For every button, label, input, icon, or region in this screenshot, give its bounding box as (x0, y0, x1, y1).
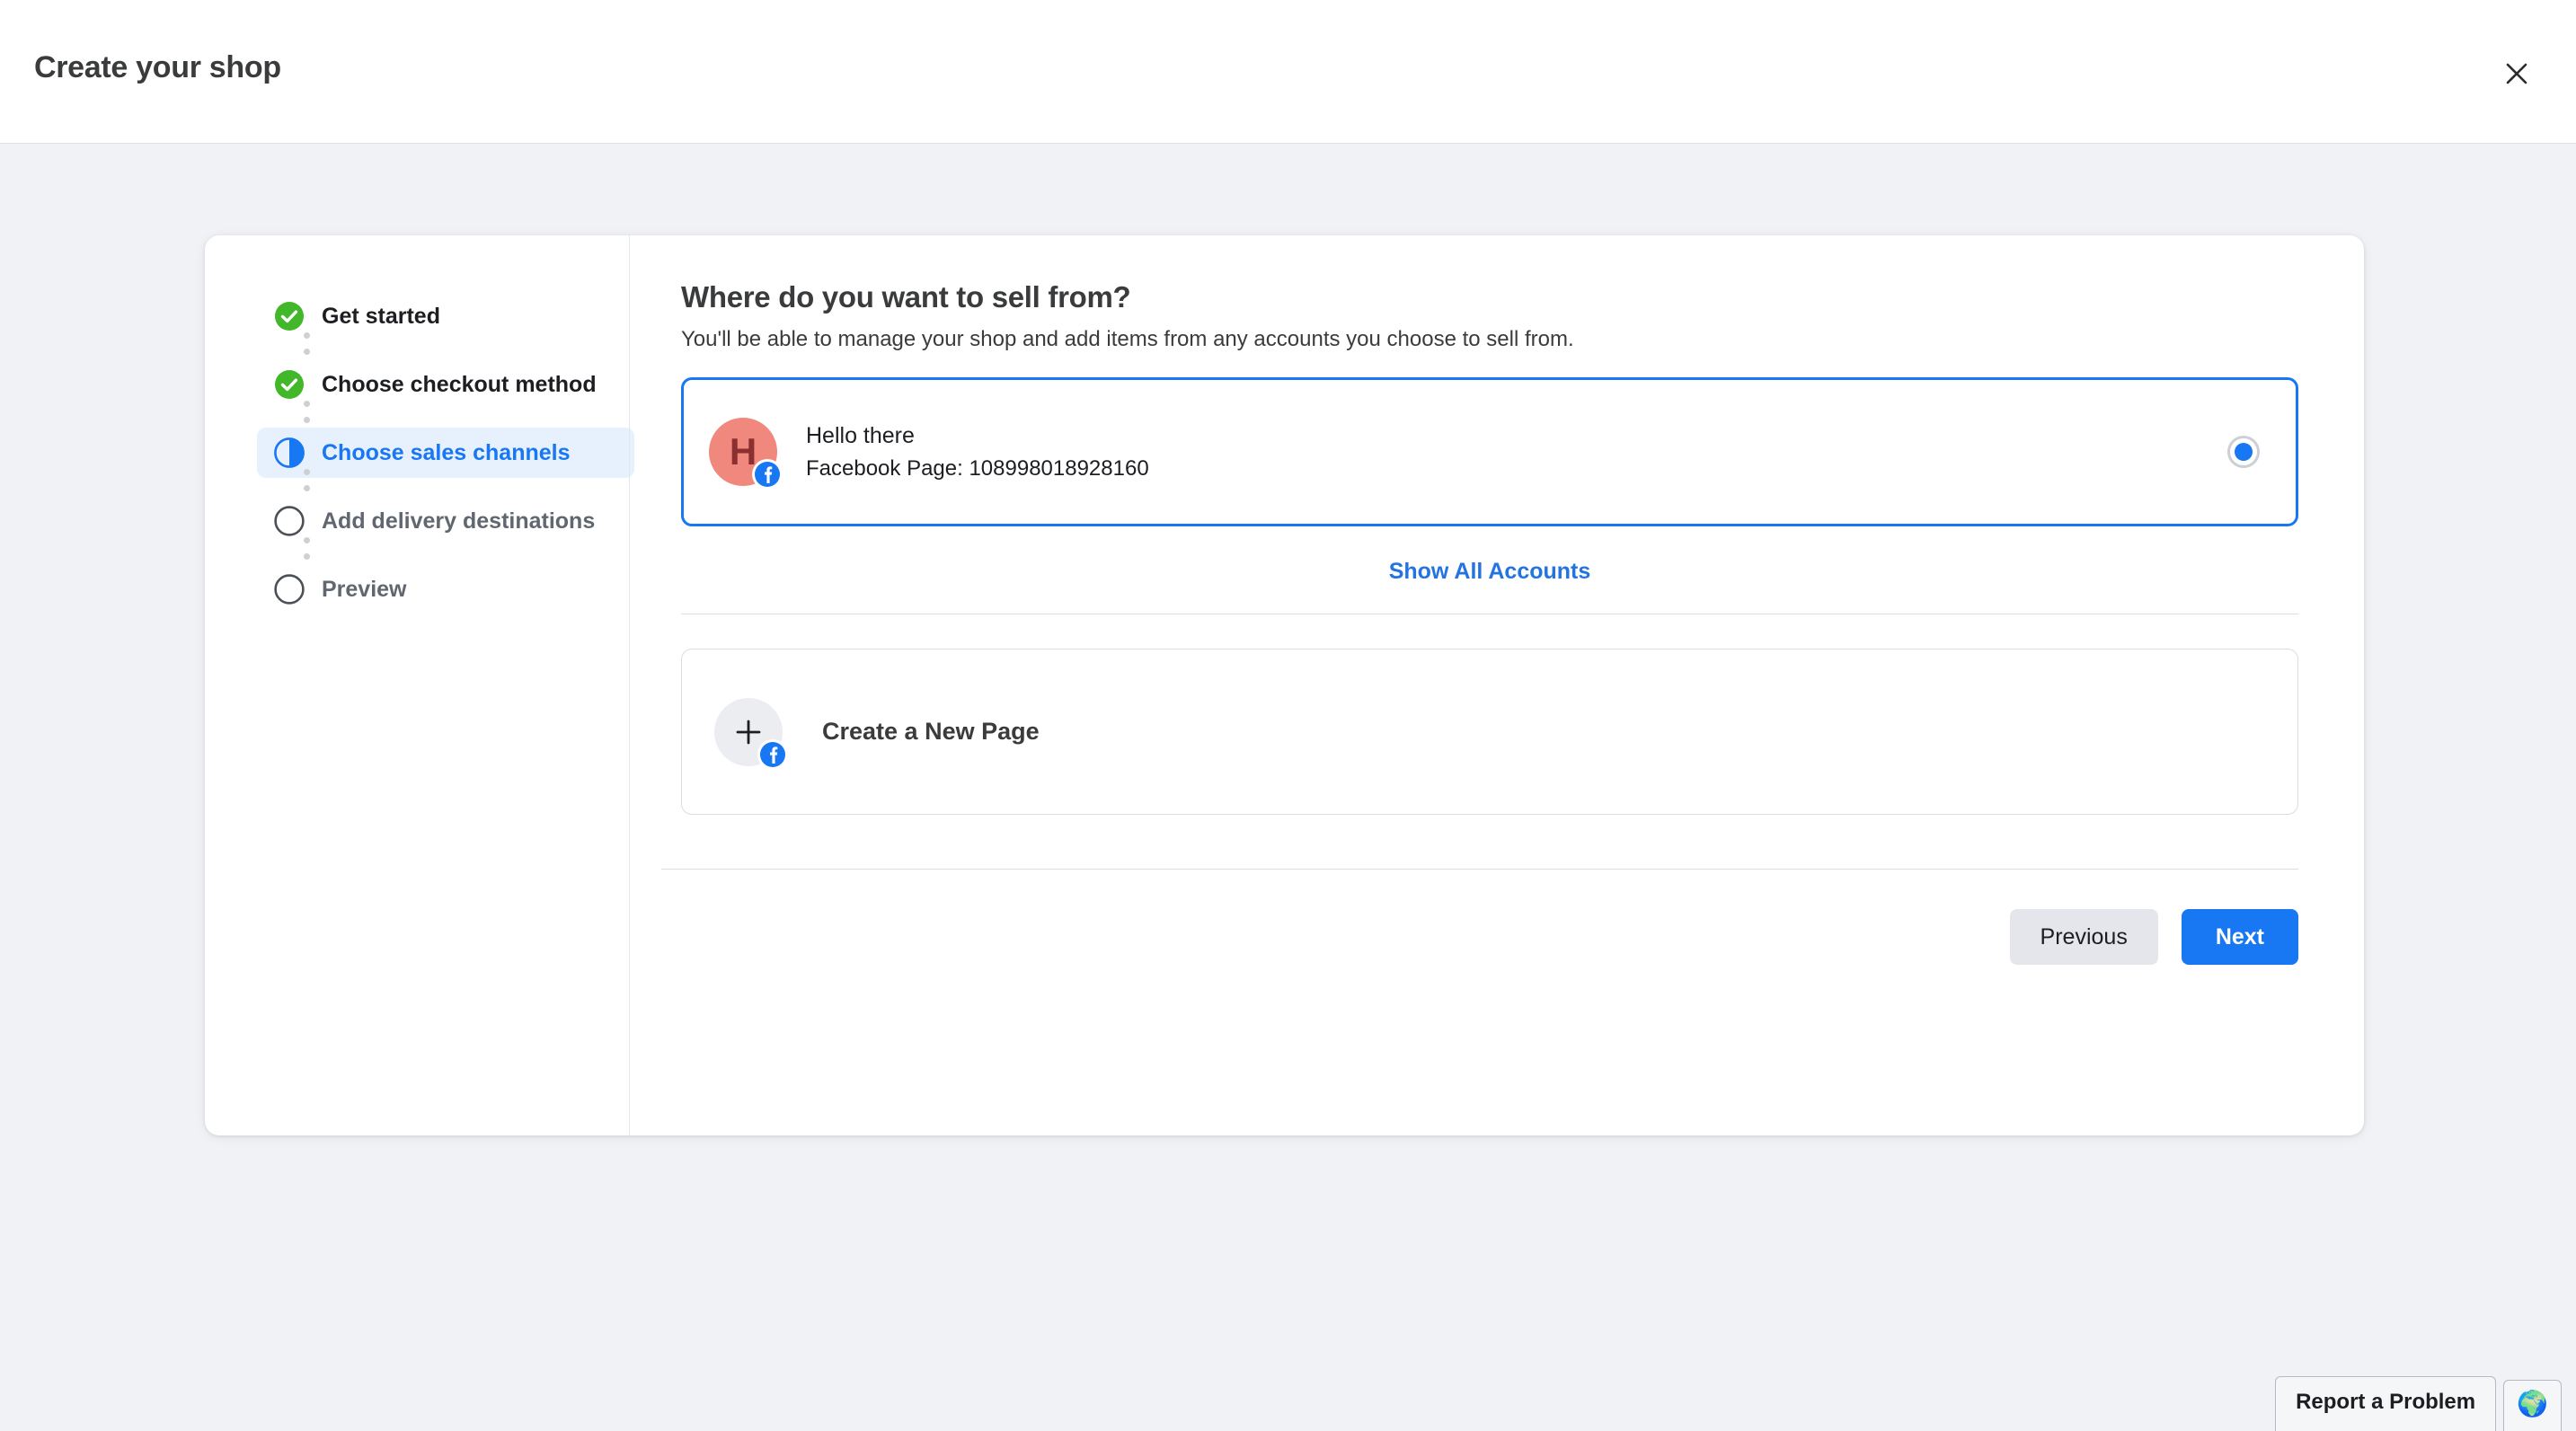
empty-circle-icon (273, 505, 305, 537)
account-meta: Facebook Page: 108998018928160 (806, 455, 1149, 481)
language-globe-button[interactable]: 🌍 (2503, 1380, 2562, 1431)
close-icon (2505, 62, 2528, 85)
connector-dot (304, 469, 310, 475)
footer-divider (661, 869, 2298, 870)
globe-icon: 🌍 (2517, 1390, 2548, 1418)
close-button[interactable] (2495, 52, 2538, 95)
sidebar-item-label: Preview (322, 576, 407, 602)
account-name: Hello there (806, 423, 915, 449)
sidebar-item-preview[interactable]: Preview (257, 564, 634, 614)
report-problem-bar: Report a Problem 🌍 (2275, 1376, 2576, 1431)
avatar: H (709, 418, 783, 490)
wizard-stepper: Get started Choose checkout method Choos… (257, 291, 634, 614)
sidebar-item-label: Add delivery destinations (322, 508, 596, 534)
account-text: Hello there Facebook Page: 1089980189281… (806, 422, 1149, 481)
connector-dot (304, 537, 310, 543)
report-a-problem-button[interactable]: Report a Problem (2275, 1376, 2497, 1431)
step-connector-2 (304, 401, 310, 433)
check-circle-icon (273, 300, 305, 332)
sidebar-item-label: Get started (322, 303, 440, 329)
connector-dot (304, 485, 310, 491)
content-subheading: You'll be able to manage your shop and a… (681, 327, 1574, 351)
account-option-card[interactable]: H Hello there Facebook Page: 10899801892… (681, 377, 2298, 526)
account-radio-button[interactable] (2227, 436, 2260, 468)
step-connector-1 (304, 332, 310, 365)
step-connector-3 (304, 469, 310, 501)
connector-dot (304, 349, 310, 355)
connector-dot (304, 401, 310, 407)
connector-dot (304, 553, 310, 560)
check-circle-icon (273, 368, 305, 401)
content-pane: Where do you want to sell from? You'll b… (661, 280, 2316, 965)
wizard-card: Get started Choose checkout method Choos… (205, 235, 2364, 1135)
facebook-icon (752, 459, 783, 490)
facebook-icon (757, 738, 788, 770)
show-all-accounts-link[interactable]: Show All Accounts (681, 559, 2298, 585)
window-header: Create your shop (0, 0, 2576, 144)
half-circle-icon (273, 437, 305, 469)
previous-button[interactable]: Previous (2009, 909, 2158, 965)
empty-circle-icon (273, 573, 305, 605)
step-connector-4 (304, 537, 310, 570)
sidebar-item-label: Choose checkout method (322, 371, 597, 397)
create-new-page-avatar (714, 697, 788, 770)
wizard-button-row: Previous Next (681, 909, 2298, 965)
sidebar-item-add-delivery-destinations[interactable]: Add delivery destinations (257, 496, 634, 546)
sidebar-item-get-started[interactable]: Get started (257, 291, 634, 341)
connector-dot (304, 417, 310, 423)
content-heading: Where do you want to sell from? (681, 280, 1131, 314)
page-title: Create your shop (34, 50, 281, 84)
sidebar-item-choose-sales-channels[interactable]: Choose sales channels (257, 428, 634, 478)
sidebar-item-label: Choose sales channels (322, 439, 571, 465)
create-new-page-label: Create a New Page (822, 718, 1040, 745)
sidebar-item-choose-checkout-method[interactable]: Choose checkout method (257, 359, 634, 410)
radio-selected-dot (2235, 443, 2253, 461)
create-new-page-card[interactable]: Create a New Page (681, 649, 2298, 815)
sidebar-divider (629, 235, 630, 1135)
next-button[interactable]: Next (2181, 909, 2298, 965)
connector-dot (304, 332, 310, 339)
